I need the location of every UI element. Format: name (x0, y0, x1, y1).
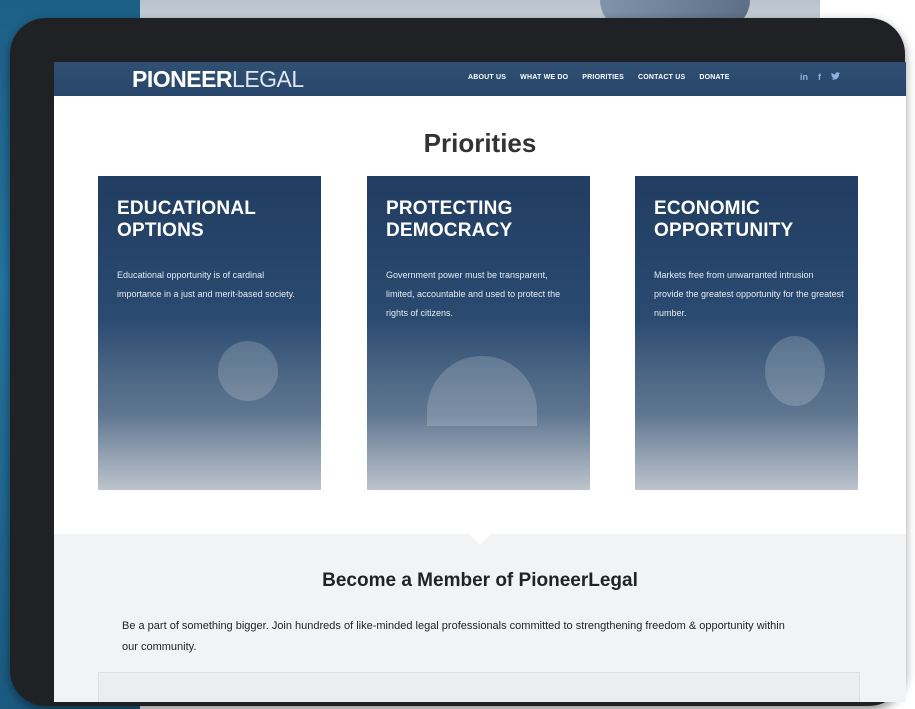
priority-card-title: EDUCATIONAL OPTIONS (117, 198, 256, 241)
logo-bold-text: PIONEER (132, 66, 233, 92)
nav-item-contact-us[interactable]: CONTACT US (638, 74, 685, 81)
site-logo[interactable]: PIONEERLEGAL (132, 66, 304, 93)
priorities-heading: Priorities (423, 128, 537, 158)
site-header: PIONEERLEGAL ABOUT US WHAT WE DO PRIORIT… (54, 62, 906, 96)
priority-card-economy[interactable]: ECONOMIC OPPORTUNITY Markets free from u… (635, 176, 858, 490)
linkedin-icon[interactable]: in (800, 72, 808, 82)
section-notch (468, 533, 492, 545)
priority-card-text: Educational opportunity is of cardinal i… (117, 270, 295, 299)
membership-text: Be a part of something bigger. Join hund… (122, 620, 785, 653)
student-photo (98, 320, 321, 490)
priority-card-title: ECONOMIC OPPORTUNITY (654, 198, 794, 241)
nav-item-priorities[interactable]: PRIORITIES (582, 74, 624, 81)
tablet-frame: PIONEERLEGAL ABOUT US WHAT WE DO PRIORIT… (10, 18, 906, 706)
membership-form[interactable] (98, 672, 860, 702)
facebook-icon[interactable]: f (818, 72, 821, 82)
priority-card-education[interactable]: EDUCATIONAL OPTIONS Educational opportun… (98, 176, 321, 490)
priority-card-democracy[interactable]: PROTECTING DEMOCRACY Government power mu… (367, 176, 590, 490)
priority-card-text: Government power must be transparent, li… (386, 270, 561, 318)
nav-item-about-us[interactable]: ABOUT US (468, 74, 506, 81)
website-screen: PIONEERLEGAL ABOUT US WHAT WE DO PRIORIT… (54, 62, 906, 702)
main-menu: ABOUT US WHAT WE DO PRIORITIES CONTACT U… (468, 74, 730, 81)
twitter-icon[interactable] (831, 72, 840, 82)
membership-heading: Become a Member of PioneerLegal (322, 570, 638, 591)
priority-card-title: PROTECTING DEMOCRACY (386, 198, 513, 241)
nav-item-donate[interactable]: DONATE (699, 74, 729, 81)
nav-item-what-we-do[interactable]: WHAT WE DO (520, 74, 568, 81)
logo-light-text: LEGAL (232, 66, 304, 92)
social-links: in f (800, 72, 840, 82)
photo-detail (218, 341, 278, 401)
shop-photo (635, 320, 858, 490)
membership-section: Become a Member of PioneerLegal Be a par… (54, 533, 906, 702)
priority-card-text: Markets free from unwarranted intrusion … (654, 270, 844, 318)
photo-detail (765, 336, 825, 406)
